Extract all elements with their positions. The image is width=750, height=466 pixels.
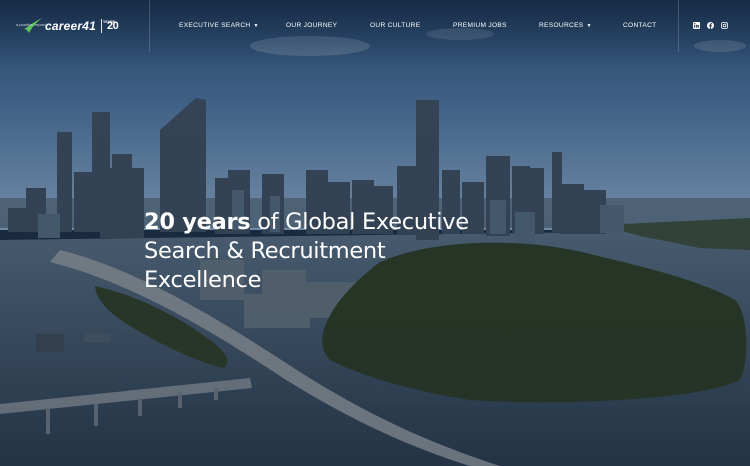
nav-divider — [678, 0, 679, 52]
caret-down-icon: ▼ — [586, 23, 592, 29]
nav-executive-search[interactable]: EXECUTIVE SEARCH ▼ — [179, 22, 259, 29]
nav-contact[interactable]: CONTACT — [623, 22, 656, 29]
nav-label: EXECUTIVE SEARCH — [179, 22, 251, 29]
years-badge-sub: YEARS — [103, 20, 116, 24]
nav-divider — [149, 0, 150, 52]
top-navigation-bar: career41 20 a positive impact YEARS EXEC… — [0, 0, 750, 52]
instagram-icon[interactable] — [720, 21, 728, 29]
nav-our-culture[interactable]: OUR CULTURE — [370, 22, 420, 29]
headline-emphasis: 20 years — [144, 209, 251, 235]
nav-premium-jobs[interactable]: PREMIUM JOBS — [453, 22, 507, 29]
facebook-icon[interactable] — [706, 21, 714, 29]
headline-line-3: Excellence — [144, 267, 262, 293]
headline-line-1: of Global Executive — [250, 209, 469, 235]
brand-tagline: a positive impact — [16, 22, 46, 27]
brand-name: career41 — [45, 19, 96, 33]
nav-label: RESOURCES — [539, 22, 584, 29]
nav-resources[interactable]: RESOURCES ▼ — [539, 22, 592, 29]
caret-down-icon: ▼ — [253, 23, 259, 29]
headline-line-2: Search & Recruitment — [144, 238, 386, 264]
hero-headline: 20 years of Global Executive Search & Re… — [144, 208, 469, 295]
linkedin-icon[interactable] — [692, 21, 700, 29]
logo-separator — [100, 19, 102, 33]
nav-our-journey[interactable]: OUR JOURNEY — [286, 22, 337, 29]
